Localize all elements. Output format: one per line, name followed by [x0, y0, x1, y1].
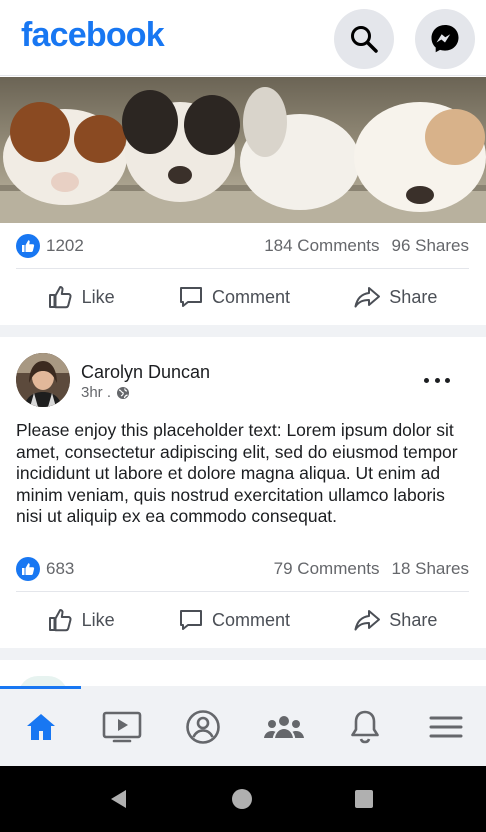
- post-actions: Like Comment Share: [16, 593, 469, 647]
- comment-icon: [179, 287, 202, 307]
- share-icon: [354, 287, 381, 308]
- post-meta: 3hr .: [81, 384, 130, 401]
- post-stats: 683 79 Comments 18 Shares: [16, 546, 469, 592]
- like-label: Like: [81, 286, 115, 307]
- post-photo[interactable]: [0, 77, 486, 223]
- puppies-image: [0, 77, 486, 223]
- recents-button[interactable]: [353, 788, 375, 810]
- watch-icon: [102, 711, 141, 743]
- like-reaction-badge: [16, 233, 40, 258]
- comments-count[interactable]: 79 Comments: [274, 559, 380, 579]
- shares-count[interactable]: 96 Shares: [392, 236, 470, 256]
- thumbs-up-icon: [22, 562, 35, 575]
- avatar[interactable]: [16, 353, 70, 407]
- dot: [434, 377, 440, 383]
- post-time[interactable]: 3hr .: [81, 384, 111, 401]
- home-icon: [26, 714, 55, 740]
- top-header: facebook: [0, 0, 486, 76]
- shares-count[interactable]: 18 Shares: [392, 559, 470, 579]
- system-home-button[interactable]: [231, 788, 253, 810]
- share-button[interactable]: Share: [353, 286, 437, 308]
- globe-icon: [117, 386, 130, 399]
- dot: [445, 377, 450, 383]
- comment-button[interactable]: Comment: [178, 608, 290, 632]
- comment-button[interactable]: Comment: [178, 285, 290, 309]
- nav-groups[interactable]: [243, 686, 324, 766]
- post-separator: [0, 325, 486, 337]
- thumbs-up-outline-icon: [48, 286, 72, 309]
- menu-icon: [429, 716, 462, 738]
- nav-notifications[interactable]: [324, 686, 405, 766]
- thumbs-up-icon: [22, 239, 35, 252]
- like-button[interactable]: Like: [48, 285, 115, 309]
- like-reaction-badge: [16, 556, 40, 581]
- messenger-icon: [431, 25, 459, 53]
- post-author[interactable]: Carolyn Duncan: [81, 362, 210, 383]
- post-stats: 1202 184 Comments 96 Shares: [16, 223, 469, 269]
- share-button[interactable]: Share: [353, 609, 437, 631]
- more-options-button[interactable]: [424, 370, 450, 390]
- dot: [424, 377, 429, 383]
- home-circle-icon: [232, 789, 252, 809]
- post-actions: Like Comment Share: [16, 270, 469, 324]
- nav-menu[interactable]: [405, 686, 486, 766]
- share-label: Share: [389, 609, 438, 630]
- author-photo: [16, 353, 70, 407]
- messenger-button[interactable]: [415, 9, 475, 69]
- share-icon: [354, 610, 381, 631]
- search-button[interactable]: [334, 9, 394, 69]
- groups-icon: [263, 716, 304, 738]
- like-count[interactable]: 1202: [46, 236, 84, 256]
- facebook-logo[interactable]: facebook: [21, 16, 165, 55]
- notifications-icon: [350, 710, 379, 744]
- comment-icon: [179, 610, 202, 630]
- like-count[interactable]: 683: [46, 559, 74, 579]
- search-icon: [351, 26, 378, 53]
- active-tab-indicator: [0, 686, 81, 689]
- comments-count[interactable]: 184 Comments: [264, 236, 379, 256]
- post-separator: [0, 648, 486, 660]
- comment-label: Comment: [211, 609, 290, 630]
- like-label: Like: [81, 609, 115, 630]
- nav-watch[interactable]: [81, 686, 162, 766]
- like-button[interactable]: Like: [48, 608, 115, 632]
- profile-icon: [185, 710, 220, 744]
- back-button[interactable]: [108, 788, 130, 810]
- comment-label: Comment: [211, 286, 290, 307]
- back-icon: [111, 790, 126, 808]
- nav-profile[interactable]: [162, 686, 243, 766]
- post-text: Please enjoy this placeholder text: Lore…: [16, 420, 458, 527]
- thumbs-up-outline-icon: [48, 609, 72, 632]
- share-label: Share: [389, 286, 438, 307]
- nav-home[interactable]: [0, 686, 81, 766]
- recents-icon: [355, 790, 373, 808]
- bottom-navigation: [0, 686, 486, 766]
